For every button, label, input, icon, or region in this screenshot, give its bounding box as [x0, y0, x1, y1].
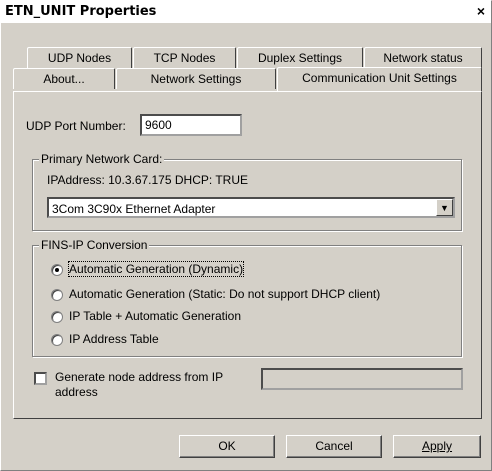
primary-network-card-group: Primary Network Card:	[32, 152, 462, 231]
tab-about[interactable]: About...	[13, 68, 115, 89]
close-icon[interactable]: ×	[473, 3, 489, 19]
ok-button[interactable]: OK	[179, 435, 275, 458]
apply-label: Apply	[421, 439, 453, 453]
radio-circle[interactable]	[51, 289, 63, 301]
generate-node-label-line2: address	[55, 385, 98, 399]
radio-circle[interactable]	[51, 264, 63, 276]
network-card-selected: 3Com 3C90x Ethernet Adapter	[52, 202, 216, 216]
tab-network-settings[interactable]: Network Settings	[116, 68, 276, 89]
apply-button[interactable]: Apply	[393, 435, 481, 458]
tab-network-status[interactable]: Network status	[364, 47, 482, 68]
udp-port-label: UDP Port Number:	[26, 119, 126, 133]
primary-network-card-title: Primary Network Card:	[39, 152, 165, 166]
chevron-down-icon[interactable]: ▼	[436, 199, 453, 216]
radio-label: Automatic Generation (Dynamic)	[67, 261, 245, 277]
radio-dot	[55, 268, 59, 272]
generate-node-input[interactable]	[261, 368, 463, 390]
title-bar: ETN_UNIT Properties ×	[1, 1, 491, 23]
cancel-button[interactable]: Cancel	[286, 435, 382, 458]
generate-node-checkbox[interactable]	[34, 372, 47, 385]
fins-ip-title: FINS-IP Conversion	[39, 238, 150, 252]
generate-node-label-line1: Generate node address from IP	[55, 370, 224, 384]
network-card-select[interactable]: 3Com 3C90x Ethernet Adapter ▼	[47, 197, 455, 218]
properties-dialog: ETN_UNIT Properties × UDP Nodes TCP Node…	[0, 0, 492, 471]
ip-info-text: IPAddress: 10.3.67.175 DHCP: TRUE	[47, 173, 248, 187]
tab-tcp-nodes[interactable]: TCP Nodes	[133, 47, 236, 68]
radio-circle[interactable]	[51, 311, 63, 323]
udp-port-input[interactable]: 9600	[140, 114, 242, 136]
window-title: ETN_UNIT Properties	[5, 4, 157, 19]
radio-label: IP Address Table	[69, 332, 159, 346]
tab-duplex-settings[interactable]: Duplex Settings	[237, 47, 363, 68]
radio-label: IP Table + Automatic Generation	[69, 309, 242, 323]
radio-circle[interactable]	[51, 334, 63, 346]
tab-communication-unit-settings[interactable]: Communication Unit Settings	[277, 67, 482, 91]
tab-udp-nodes[interactable]: UDP Nodes	[27, 47, 132, 68]
radio-label: Automatic Generation (Static: Do not sup…	[69, 287, 381, 301]
